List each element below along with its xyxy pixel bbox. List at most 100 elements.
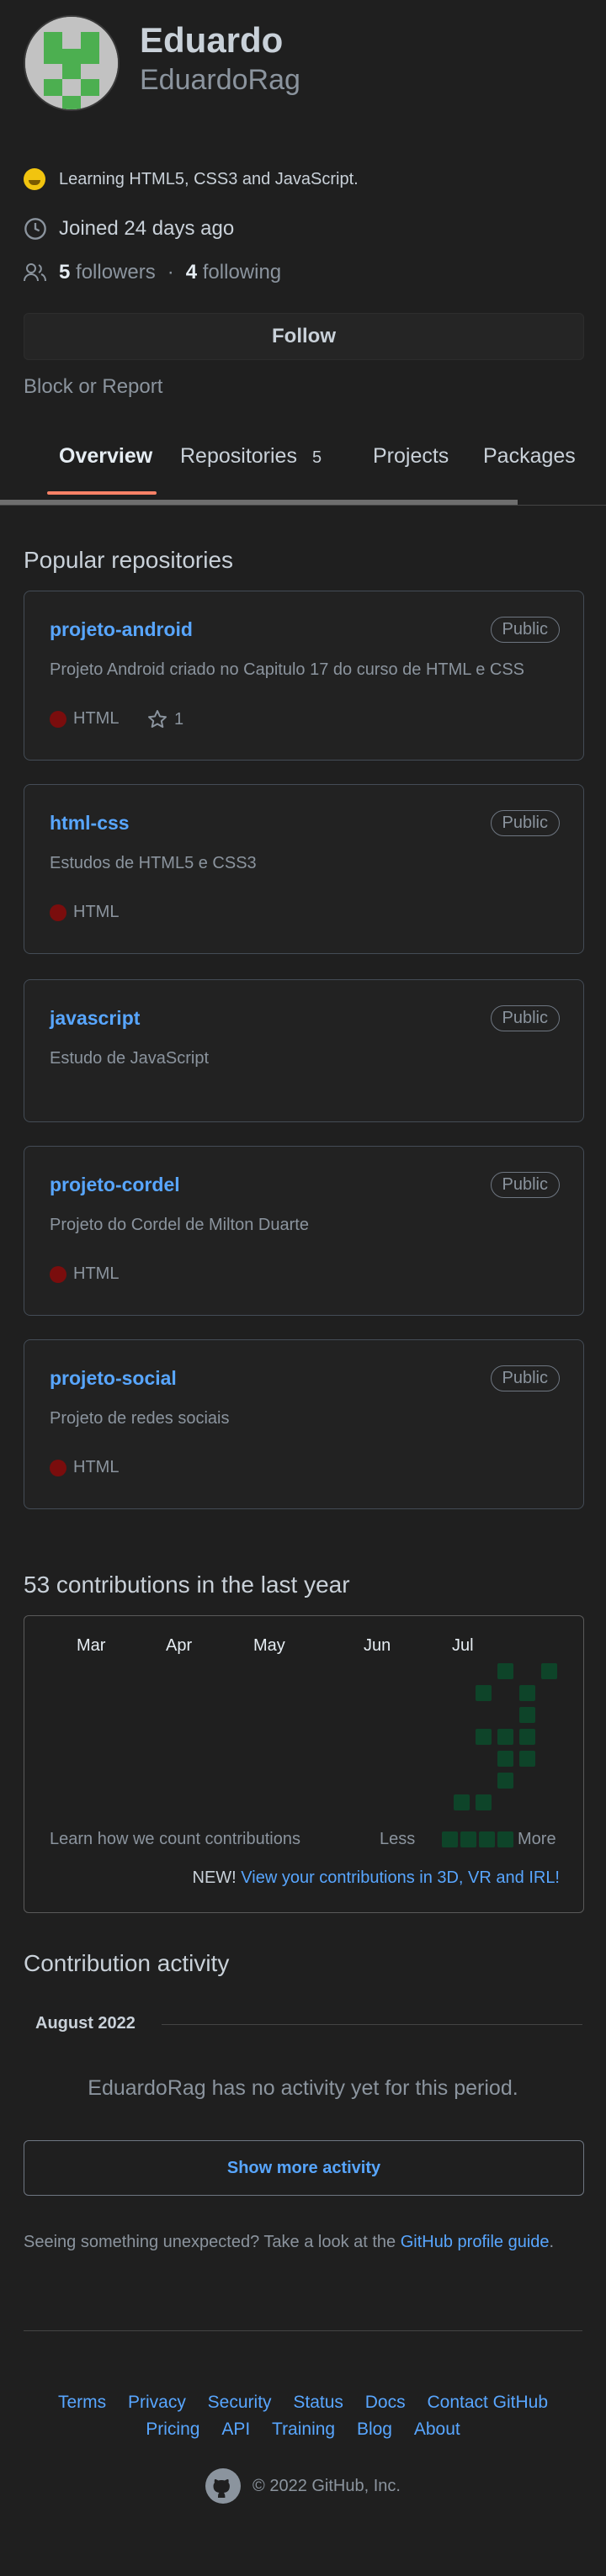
people-icon [24, 263, 46, 282]
star-icon [148, 710, 167, 729]
show-more-activity-button[interactable]: Show more activity [24, 2140, 584, 2196]
followers-label: followers [76, 261, 156, 284]
contribution-day[interactable] [519, 1729, 535, 1745]
repo-description: Projeto Android criado no Capitulo 17 do… [50, 660, 525, 679]
identicon-icon [25, 17, 118, 109]
footer-link-training[interactable]: Training [272, 2420, 335, 2439]
legend-more: More [518, 1830, 556, 1848]
contribution-day[interactable] [497, 1663, 513, 1679]
footer-link-about[interactable]: About [414, 2420, 460, 2439]
legend-cell [497, 1831, 513, 1847]
tab-projects[interactable]: Projects [373, 444, 449, 469]
contribution-day[interactable] [519, 1707, 535, 1723]
contribution-day[interactable] [476, 1794, 492, 1810]
followers-link[interactable]: 5 followers [59, 261, 156, 284]
joined-row: Joined 24 days ago [24, 217, 234, 241]
month-label: Jun [364, 1636, 391, 1655]
contribution-day[interactable] [541, 1663, 557, 1679]
following-link[interactable]: 4 following [186, 261, 281, 284]
footer-link-contact[interactable]: Contact GitHub [427, 2393, 548, 2412]
profile-guide-note: Seeing something unexpected? Take a look… [24, 2233, 554, 2252]
profile-guide-link[interactable]: GitHub profile guide [401, 2233, 550, 2251]
footer-link-terms[interactable]: Terms [58, 2393, 106, 2412]
language-name: HTML [73, 1264, 120, 1283]
repo-card: html-css Public Estudos de HTML5 e CSS3 … [24, 784, 584, 954]
followers-row: 5 followers · 4 following [24, 261, 281, 284]
language-name: HTML [73, 709, 120, 728]
language-color-dot [50, 710, 66, 728]
footer-link-docs[interactable]: Docs [365, 2393, 406, 2412]
skyline-link[interactable]: View your contributions in 3D, VR and IR… [241, 1868, 560, 1887]
avatar[interactable] [24, 15, 120, 111]
repo-link[interactable]: projeto-cordel [50, 1174, 180, 1196]
repo-language: HTML [50, 1458, 119, 1477]
repo-link[interactable]: projeto-social [50, 1367, 177, 1390]
separator: · [167, 261, 174, 284]
visibility-badge: Public [490, 617, 560, 643]
repo-link[interactable]: projeto-android [50, 618, 193, 641]
profile-bio: Learning HTML5, CSS3 and JavaScript. [24, 168, 359, 190]
footer-link-blog[interactable]: Blog [357, 2420, 392, 2439]
repo-language: HTML [50, 1264, 119, 1284]
follow-button[interactable]: Follow [24, 313, 584, 360]
legend-cell [479, 1831, 495, 1847]
guide-suffix: . [549, 2233, 555, 2251]
repo-language: HTML [50, 903, 119, 922]
contribution-day[interactable] [454, 1794, 470, 1810]
visibility-badge: Public [490, 1365, 560, 1391]
active-tab-underline [47, 491, 157, 495]
footer-link-pricing[interactable]: Pricing [146, 2420, 199, 2439]
unexpected-text: Seeing something unexpected? Take a look… [24, 2233, 396, 2251]
repo-link[interactable]: html-css [50, 812, 130, 835]
bio-text: Learning HTML5, CSS3 and JavaScript. [59, 169, 359, 188]
repo-link[interactable]: javascript [50, 1007, 140, 1030]
month-label: May [253, 1636, 285, 1655]
footer-link-privacy[interactable]: Privacy [128, 2393, 186, 2412]
contribution-day[interactable] [497, 1773, 513, 1789]
activity-period: August 2022 [35, 2014, 136, 2033]
repositories-counter: 5 [311, 448, 322, 467]
clock-icon [24, 218, 46, 240]
footer-link-status[interactable]: Status [293, 2393, 343, 2412]
month-label: Mar [77, 1636, 106, 1655]
emoji-icon [24, 168, 45, 190]
contribution-day[interactable] [497, 1751, 513, 1767]
contribution-day[interactable] [519, 1751, 535, 1767]
contribution-day[interactable] [497, 1729, 513, 1745]
language-color-dot [50, 904, 66, 921]
repo-card: javascript Public Estudo de JavaScript [24, 979, 584, 1122]
popular-title: Popular repositories [24, 547, 234, 573]
repo-description: Estudos de HTML5 e CSS3 [50, 854, 257, 872]
contribution-day[interactable] [476, 1685, 492, 1701]
copyright-text: © 2022 GitHub, Inc. [252, 2476, 401, 2495]
tab-packages[interactable]: Packages [483, 444, 576, 469]
learn-contributions-link[interactable]: Learn how we count contributions [50, 1830, 300, 1849]
following-label: following [202, 261, 282, 284]
visibility-badge: Public [490, 1005, 560, 1031]
contribution-day[interactable] [519, 1685, 535, 1701]
github-logo-icon[interactable] [205, 2468, 242, 2504]
contribution-day[interactable] [476, 1729, 492, 1745]
block-report-link[interactable]: Block or Report [24, 375, 162, 399]
stargazers-link[interactable]: 1 [147, 709, 183, 729]
month-label: Jul [452, 1636, 474, 1655]
contributions-title: 53 contributions in the last year [24, 1572, 350, 1598]
profile-login: EduardoRag [140, 64, 300, 96]
language-color-dot [50, 1459, 66, 1476]
contribution-calendar: Mar Apr May Jun Jul Learn how we count c… [24, 1615, 584, 1913]
legend-cell [442, 1831, 458, 1847]
language-name: HTML [73, 903, 120, 921]
repo-card: projeto-cordel Public Projeto do Cordel … [24, 1146, 584, 1316]
language-color-dot [50, 1265, 66, 1283]
footer-link-api[interactable]: API [221, 2420, 250, 2439]
repo-description: Projeto de redes sociais [50, 1409, 230, 1428]
visibility-badge: Public [490, 810, 560, 836]
month-label: Apr [166, 1636, 193, 1655]
tab-overview[interactable]: Overview [59, 444, 152, 469]
footer-link-security[interactable]: Security [208, 2393, 272, 2412]
footer-copyright: © 2022 GitHub, Inc. [0, 2468, 606, 2504]
tab-repositories[interactable]: Repositories 5 [180, 444, 322, 469]
repo-description: Estudo de JavaScript [50, 1049, 209, 1068]
footer-links-row-2: Pricing API Training Blog About [0, 2420, 606, 2440]
new-contributions-banner: NEW! View your contributions in 3D, VR a… [193, 1868, 561, 1888]
